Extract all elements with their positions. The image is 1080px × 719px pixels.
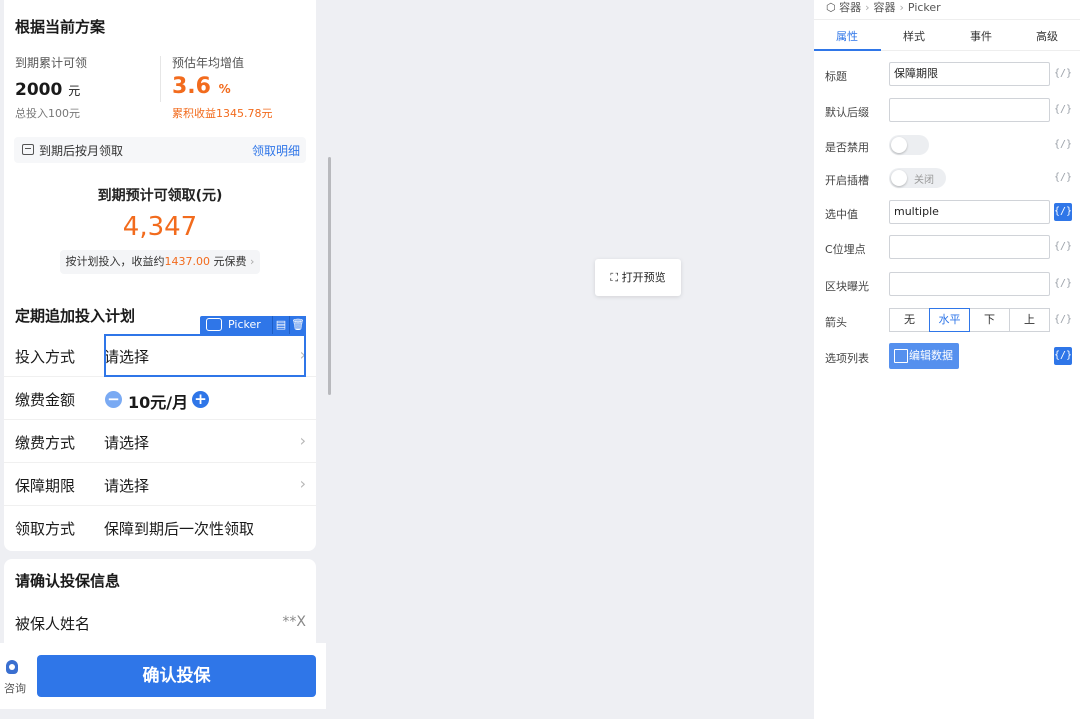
row-label: 缴费金额	[15, 391, 76, 409]
title-input[interactable]: 保障期限	[889, 62, 1050, 86]
chevron-right-icon: ›	[299, 474, 306, 493]
panel-tabs: 属性 样式 事件 高级	[814, 19, 1080, 51]
component-icon	[206, 318, 222, 331]
stat-accumulated-label: 到期累计可领	[15, 56, 88, 70]
arrow-option-none[interactable]: 无	[889, 308, 930, 332]
tab-style[interactable]: 样式	[881, 28, 947, 44]
row-label: 领取方式	[15, 520, 76, 538]
cposition-input[interactable]	[889, 235, 1050, 259]
row-value: 请选择	[104, 477, 150, 495]
open-preview-button[interactable]: ⛶ 打开预览	[595, 259, 681, 296]
expression-icon[interactable]: {/}	[1054, 101, 1072, 119]
row-label: 投入方式	[15, 348, 76, 366]
stat-accumulated-value: 2000 元	[15, 80, 81, 100]
breadcrumb-item[interactable]: Picker	[908, 1, 941, 14]
chevron-right-icon: ›	[250, 255, 255, 268]
delete-icon[interactable]: 🗑	[289, 316, 306, 334]
detail-link[interactable]: 领取明细	[252, 142, 300, 159]
breadcrumb: ⬡ 容器 › 容器 › Picker	[826, 1, 941, 14]
picker-component-tag[interactable]: Picker	[200, 316, 272, 334]
expression-icon[interactable]: {/}	[1054, 311, 1072, 329]
suffix-input[interactable]	[889, 98, 1050, 122]
exposure-input[interactable]	[889, 272, 1050, 296]
row-label: 缴费方式	[15, 434, 76, 452]
title-label: 标题	[825, 70, 847, 83]
slot-toggle-text: 关闭	[914, 175, 934, 186]
tab-events[interactable]: 事件	[948, 28, 1014, 44]
expected-value: 4,347	[122, 212, 198, 242]
consult-label[interactable]: 咨询	[4, 680, 26, 696]
confirm-info-title: 请确认投保信息	[15, 572, 121, 590]
plan-card: 根据当前方案 到期累计可领 2000 元 总投入100元 预估年均增值 3.6 …	[4, 0, 316, 551]
disabled-toggle[interactable]	[889, 135, 929, 155]
mobile-preview: 根据当前方案 到期累计可领 2000 元 总投入100元 预估年均增值 3.6 …	[4, 0, 316, 719]
cposition-label: C位埋点	[825, 243, 866, 256]
insured-name-value: **X	[282, 614, 306, 630]
monthly-bar: 到期后按月领取 领取明细	[14, 137, 306, 163]
tab-indicator	[814, 49, 881, 51]
options-label: 选项列表	[825, 352, 869, 365]
row-claim-method: 领取方式 保障到期后一次性领取	[4, 506, 316, 549]
arrow-label: 箭头	[825, 316, 847, 329]
confirm-insure-button[interactable]: 确认投保	[37, 655, 316, 697]
disabled-label: 是否禁用	[825, 141, 869, 154]
props-panel: ⬡ 容器 › 容器 › Picker 属性 样式 事件 高级 标题 保障期限 {/} 默…	[814, 0, 1080, 719]
row-label: 保障期限	[15, 477, 76, 495]
plan-title: 根据当前方案	[15, 18, 106, 36]
picker-selection-outline[interactable]	[104, 334, 306, 377]
expression-icon[interactable]: {/}	[1054, 136, 1072, 154]
stat-cumulative-income: 累积收益1345.78元	[172, 107, 273, 120]
plus-icon[interactable]: +	[192, 391, 209, 408]
exposure-label: 区块曝光	[825, 280, 869, 293]
stat-divider	[160, 56, 161, 102]
invest-plan-title: 定期追加投入计划	[15, 307, 136, 325]
expected-title: 到期预计可领取(元)	[97, 188, 223, 204]
calendar-icon	[22, 144, 34, 155]
chevron-right-icon: ›	[299, 431, 306, 450]
slot-label: 开启插槽	[825, 174, 869, 187]
monthly-label: 到期后按月领取	[39, 144, 124, 158]
row-payment-method[interactable]: 缴费方式 请选择 ›	[4, 420, 316, 463]
tab-advanced[interactable]: 高级	[1014, 28, 1080, 44]
expression-icon-active[interactable]: {/}	[1054, 203, 1072, 221]
expression-icon[interactable]: {/}	[1054, 275, 1072, 293]
expression-icon[interactable]: {/}	[1054, 238, 1072, 256]
row-value: 请选择	[104, 434, 150, 452]
expression-icon[interactable]: {/}	[1054, 169, 1072, 187]
breadcrumb-item[interactable]: 容器	[874, 1, 896, 14]
stat-growth-label: 预估年均增值	[172, 56, 245, 70]
stat-growth-value: 3.6 %	[172, 74, 231, 99]
breadcrumb-item[interactable]: 容器	[839, 1, 861, 14]
edit-data-label: 编辑数据	[909, 349, 953, 362]
picker-tag-label: Picker	[228, 318, 261, 331]
copy-icon[interactable]: ▤	[272, 316, 289, 334]
expression-icon[interactable]: {/}	[1054, 65, 1072, 83]
row-coverage-period[interactable]: 保障期限 请选择 ›	[4, 463, 316, 506]
preview-scrollbar[interactable]	[328, 157, 331, 395]
income-note[interactable]: 按计划投入，收益约1437.00 元保费 ›	[60, 250, 260, 274]
component-icon: ⬡	[826, 1, 836, 14]
tab-attributes[interactable]: 属性	[814, 28, 880, 44]
arrow-option-up[interactable]: 上	[1009, 308, 1050, 332]
row-value: 保障到期后一次性领取	[104, 520, 255, 538]
arrow-option-down[interactable]: 下	[969, 308, 1010, 332]
edit-icon	[894, 349, 908, 363]
arrow-segmented: 无 水平 下 上	[889, 308, 1050, 332]
edit-data-button[interactable]: 编辑数据	[889, 343, 959, 369]
selected-label: 选中值	[825, 208, 858, 221]
expression-icon-active[interactable]: {/}	[1054, 347, 1072, 365]
robot-icon[interactable]	[6, 660, 18, 674]
minus-icon[interactable]: −	[105, 391, 122, 408]
slot-toggle[interactable]: 关闭	[889, 168, 946, 188]
stepper-value: 10元/月	[128, 393, 189, 412]
suffix-label: 默认后缀	[825, 106, 869, 119]
arrow-option-horizontal[interactable]: 水平	[929, 308, 970, 332]
insured-name-label: 被保人姓名	[15, 615, 91, 633]
stat-total-invest: 总投入100元	[15, 107, 80, 120]
selected-input[interactable]: multiple	[889, 200, 1050, 224]
